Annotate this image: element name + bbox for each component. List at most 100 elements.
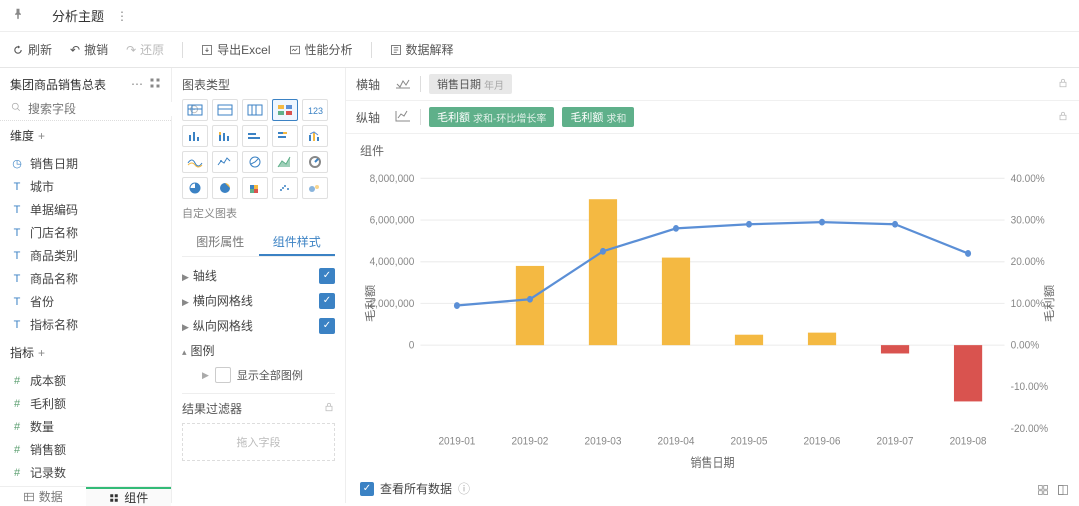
dim-label: 销售日期 — [30, 155, 78, 172]
svg-text:2019-06: 2019-06 — [804, 435, 841, 448]
more-icon[interactable]: ⋮ — [116, 9, 128, 23]
check-hgrid[interactable]: ✓ — [319, 293, 335, 309]
chart-type-option[interactable] — [242, 125, 268, 147]
dim-item[interactable]: T省份 — [0, 290, 171, 313]
dataset-name[interactable]: 集团商品销售总表 — [10, 76, 106, 93]
dim-item[interactable]: T商品名称 — [0, 267, 171, 290]
tab-component[interactable]: 组件 — [86, 487, 172, 506]
chart-type-option[interactable] — [212, 125, 238, 147]
component-label: 组件 — [346, 134, 1079, 167]
filter-dropzone[interactable]: 拖入字段 — [182, 423, 335, 461]
check-viewall[interactable]: ✓ — [360, 482, 374, 496]
x-lock-icon[interactable] — [1057, 77, 1069, 92]
text-icon: T — [10, 204, 24, 216]
x-axis-type-icon[interactable] — [394, 76, 412, 93]
custom-chart-label: 自定义图表 — [182, 205, 335, 221]
chart-type-option[interactable] — [302, 151, 328, 173]
chart-type-option[interactable] — [212, 177, 238, 199]
chart-type-option[interactable] — [182, 125, 208, 147]
metric-item[interactable]: # 毛利额 — [0, 392, 171, 415]
chart-type-option[interactable] — [272, 177, 298, 199]
svg-text:123: 123 — [308, 106, 323, 116]
chart-type-label: 图表类型 — [182, 76, 335, 93]
metric-label: 毛利额 — [30, 395, 66, 412]
chart-type-option[interactable] — [182, 177, 208, 199]
chart-type-option[interactable] — [272, 99, 298, 121]
y-pill-0[interactable]: 毛利额 求和-环比增长率 — [429, 107, 554, 127]
dataset-grid-icon[interactable] — [149, 77, 161, 92]
redo-button[interactable]: ↷还原 — [126, 41, 164, 58]
dim-label: 商品名称 — [30, 270, 78, 287]
chart-type-option[interactable] — [272, 151, 298, 173]
chart-type-option[interactable] — [242, 151, 268, 173]
dim-item[interactable]: T门店名称 — [0, 221, 171, 244]
svg-text:2019-04: 2019-04 — [658, 435, 695, 448]
prop-axis-line[interactable]: ▶轴线 ✓ — [182, 263, 335, 288]
search-input[interactable] — [28, 102, 183, 116]
dim-item[interactable]: T指标名称 — [0, 313, 171, 336]
prop-hgrid[interactable]: ▶横向网格线 ✓ — [182, 288, 335, 313]
dim-label: 单据编码 — [30, 201, 78, 218]
x-pill[interactable]: 销售日期 年月 — [429, 74, 512, 94]
check-legend-all[interactable]: ✓ — [215, 367, 231, 383]
svg-text:20.00%: 20.00% — [1011, 256, 1046, 269]
metric-item[interactable]: #销售额 — [0, 438, 171, 461]
hash-icon: # — [10, 444, 24, 456]
svg-text:0.00%: 0.00% — [1011, 339, 1040, 352]
search-icon — [10, 101, 22, 116]
metric-item[interactable]: # 成本额 — [0, 369, 171, 392]
text-icon: T — [10, 227, 24, 239]
chart-type-option[interactable] — [242, 177, 268, 199]
dim-label: 商品类别 — [30, 247, 78, 264]
prop-legend[interactable]: ▴图例 — [182, 338, 335, 363]
chart-type-option[interactable] — [242, 99, 268, 121]
chart-type-option[interactable] — [212, 151, 238, 173]
explain-button[interactable]: 数据解释 — [390, 41, 454, 58]
page-title: 分析主题 — [52, 6, 104, 25]
chart-type-option[interactable] — [182, 99, 208, 121]
metric-label: 数量 — [30, 418, 54, 435]
footer-grid-icon[interactable] — [1037, 484, 1049, 499]
text-icon: T — [10, 319, 24, 331]
hash-icon: # — [10, 375, 24, 387]
check-vgrid[interactable]: ✓ — [319, 318, 335, 334]
tab-shape[interactable]: 图形属性 — [182, 229, 259, 256]
metric-item[interactable]: #数量 — [0, 415, 171, 438]
pin-icon[interactable] — [12, 8, 24, 23]
dataset-more-icon[interactable]: ⋯ — [131, 77, 143, 92]
dim-item[interactable]: T城市 — [0, 175, 171, 198]
export-button[interactable]: 导出Excel — [201, 41, 270, 58]
metric-label: 成本额 — [30, 372, 66, 389]
svg-text:40.00%: 40.00% — [1011, 172, 1046, 185]
svg-text:4,000,000: 4,000,000 — [370, 256, 415, 269]
chart-type-option[interactable] — [302, 177, 328, 199]
footer-expand-icon[interactable] — [1057, 484, 1069, 499]
chart-type-option[interactable] — [272, 125, 298, 147]
y-axis-type-icon[interactable] — [394, 109, 412, 126]
chart-type-option[interactable]: 123 — [302, 99, 328, 121]
svg-text:-20.00%: -20.00% — [1011, 422, 1049, 435]
tab-data[interactable]: 数据 — [0, 487, 86, 506]
dim-item[interactable]: T商品类别 — [0, 244, 171, 267]
perf-button[interactable]: 性能分析 — [289, 41, 353, 58]
dim-item[interactable]: ◷销售日期 — [0, 152, 171, 175]
chart-plot[interactable]: 8,000,0006,000,0004,000,0002,000,000040.… — [360, 167, 1065, 474]
chart-type-option[interactable] — [302, 125, 328, 147]
y-axis-label: 纵轴 — [356, 109, 386, 126]
svg-text:10.00%: 10.00% — [1011, 297, 1046, 310]
undo-button[interactable]: ↶撤销 — [70, 41, 108, 58]
info-icon[interactable]: ⓘ — [458, 480, 470, 497]
check-axis-line[interactable]: ✓ — [319, 268, 335, 284]
dim-item[interactable]: T 单据编码 — [0, 198, 171, 221]
chart-type-option[interactable] — [212, 99, 238, 121]
hash-icon: # — [10, 398, 24, 410]
chart-type-option[interactable] — [182, 151, 208, 173]
y-lock-icon[interactable] — [1057, 110, 1069, 125]
metric-item[interactable]: #记录数 — [0, 461, 171, 484]
prop-vgrid[interactable]: ▶纵向网格线 ✓ — [182, 313, 335, 338]
lock-icon[interactable] — [323, 401, 335, 416]
tab-style[interactable]: 组件样式 — [259, 229, 336, 256]
y-pill-1[interactable]: 毛利额 求和 — [562, 107, 634, 127]
svg-text:销售日期: 销售日期 — [690, 456, 734, 471]
refresh-button[interactable]: 刷新 — [12, 41, 52, 58]
